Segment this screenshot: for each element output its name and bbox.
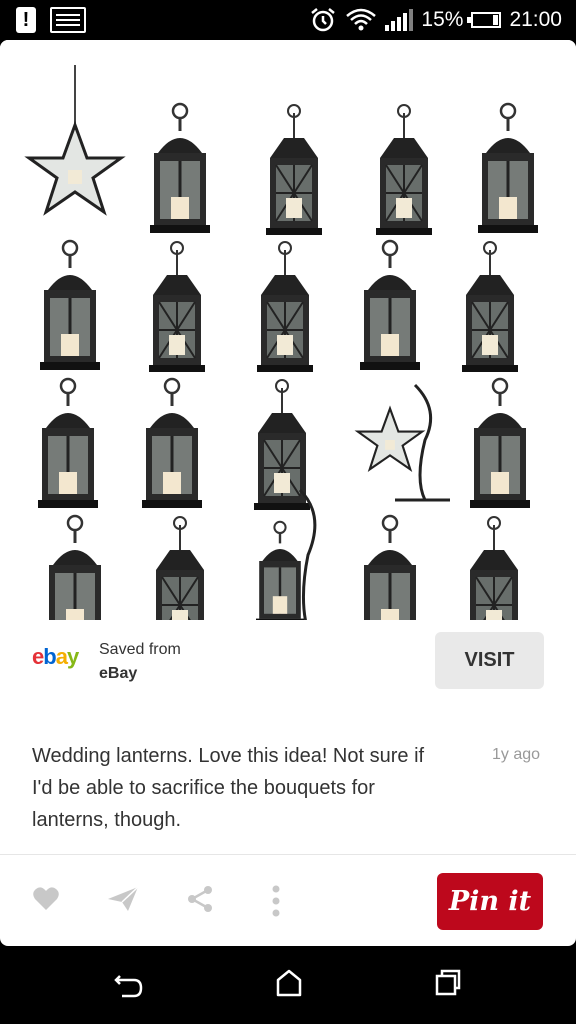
- signal-icon: [385, 9, 414, 31]
- gallery-icon: [50, 7, 86, 33]
- back-icon[interactable]: [114, 968, 144, 1000]
- more-icon[interactable]: [270, 885, 282, 917]
- battery-percent: 15%: [421, 8, 464, 31]
- source-name[interactable]: eBay: [99, 665, 137, 683]
- clock: 21:00: [509, 8, 562, 31]
- alert-icon: !: [16, 7, 36, 33]
- visit-button[interactable]: VISIT: [435, 632, 544, 689]
- heart-icon[interactable]: [32, 885, 60, 913]
- saved-from-label: Saved from: [99, 641, 181, 658]
- ebay-logo: ebay: [32, 644, 79, 669]
- battery-icon: [467, 12, 502, 28]
- pin-card: ebay Saved from eBay VISIT Wedding lante…: [0, 40, 576, 946]
- alarm-icon: [311, 8, 336, 32]
- status-bar: ! 15% 21:00: [0, 0, 576, 40]
- send-icon[interactable]: [106, 885, 140, 913]
- nav-bar: [0, 946, 576, 1024]
- action-bar: Pin it: [0, 855, 576, 945]
- source-row: ebay Saved from eBay VISIT: [0, 628, 576, 698]
- share-icon[interactable]: [186, 885, 214, 913]
- pin-timestamp: 1y ago: [492, 746, 541, 763]
- pin-it-button[interactable]: Pin it: [437, 873, 543, 930]
- pin-image[interactable]: [0, 40, 576, 620]
- wifi-icon: [346, 8, 377, 31]
- recents-icon[interactable]: [434, 968, 462, 998]
- home-icon[interactable]: [275, 968, 303, 998]
- pin-description: Wedding lanterns. Love this idea! Not su…: [32, 745, 425, 831]
